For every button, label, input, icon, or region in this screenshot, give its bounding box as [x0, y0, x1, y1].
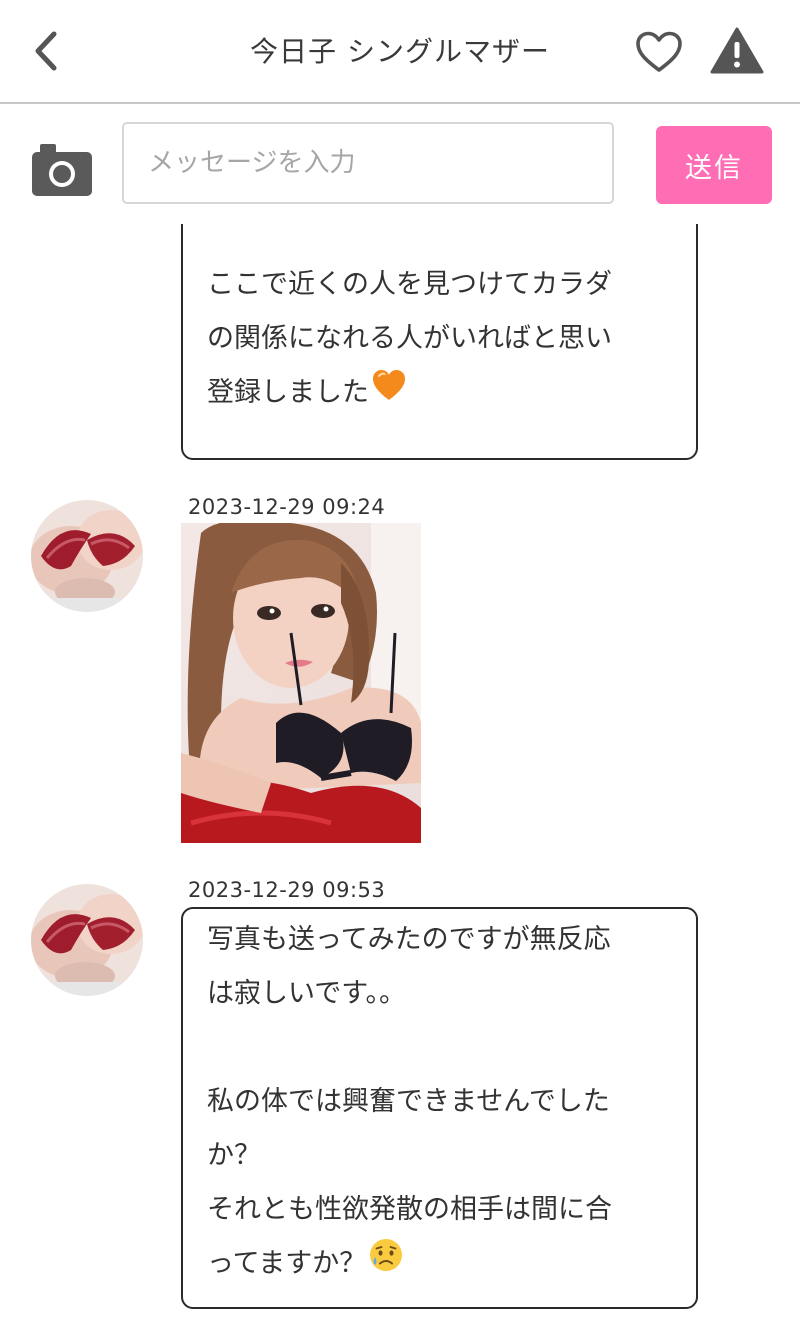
avatar[interactable] [31, 884, 143, 996]
message-line: それとも性欲発散の相手は間に合 [207, 1194, 612, 1225]
message-photo[interactable] [181, 523, 421, 843]
message-line: ってますか？ [207, 1248, 367, 1279]
chat-thread[interactable]: ここで近くの人を見つけてカラダ の関係になれる人がいればと思い 登録しました 2… [0, 224, 800, 1325]
message-line: か？ [207, 1140, 261, 1171]
photo-thumbnail [181, 523, 421, 843]
sad-sweat-face-icon [368, 1237, 404, 1292]
camera-button[interactable] [30, 140, 94, 198]
orange-heart-icon [371, 367, 407, 421]
message-line: 私の体では興奮できませんでした [207, 1086, 610, 1117]
chat-header: 今日子 シングルマザー [0, 0, 800, 104]
send-button[interactable]: 送信 [656, 126, 772, 204]
camera-icon [32, 144, 92, 196]
heart-outline-icon [636, 31, 682, 72]
favorite-button[interactable] [634, 30, 684, 74]
message-line: は寂しいです。。 [207, 978, 406, 1009]
avatar[interactable] [31, 500, 143, 612]
message-input[interactable] [122, 122, 614, 204]
message-line: の関係になれる人がいればと思い [207, 323, 612, 354]
message-composer: 送信 [0, 106, 800, 224]
message-timestamp: 2023-12-29 09:53 [188, 878, 386, 902]
message-bubble: 写真も送ってみたのですが無反応 は寂しいです。。 私の体では興奮できませんでした… [181, 907, 698, 1309]
report-button[interactable] [710, 26, 764, 76]
warning-triangle-icon [710, 27, 764, 74]
avatar-image [31, 500, 143, 612]
message-bubble: ここで近くの人を見つけてカラダ の関係になれる人がいればと思い 登録しました [181, 224, 698, 460]
message-timestamp: 2023-12-29 09:24 [188, 495, 386, 519]
message-line: 写真も送ってみたのですが無反応 [207, 924, 611, 955]
message-line: ここで近くの人を見つけてカラダ [207, 269, 612, 300]
message-line: 登録しました [207, 377, 369, 408]
avatar-image [31, 884, 143, 996]
